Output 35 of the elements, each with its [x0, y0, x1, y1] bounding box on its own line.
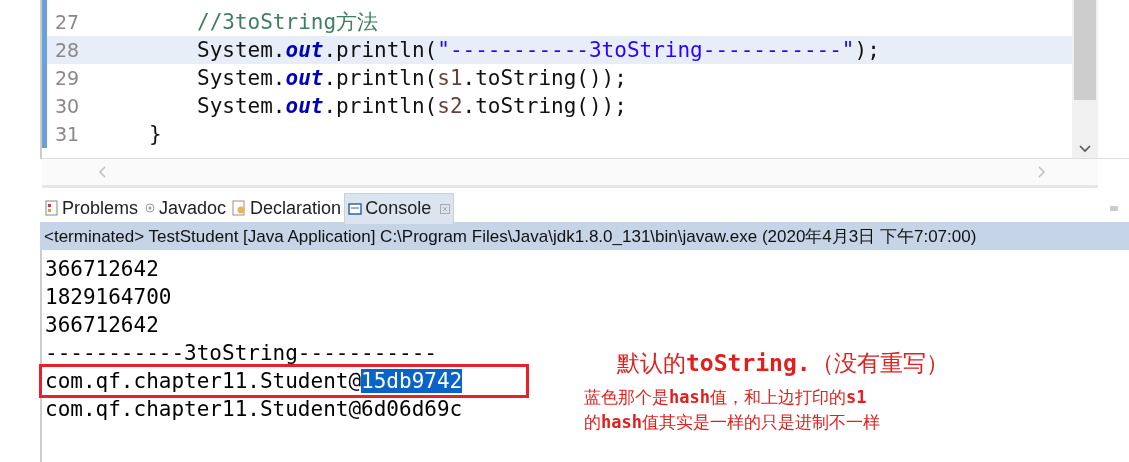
console-line: com.qf.chapter11.Student@6d06d69c — [44, 396, 463, 423]
console-status: <terminated> TestStudent [Java Application] C:\Program Files\Java\jdk1.8.0_131\bin\javaw.exe (2020年4月3日 下午7:07:00) — [40, 222, 1129, 250]
console-line: com.qf.chapter11.Student@15db9742 — [42, 367, 527, 395]
horizontal-scrollbar[interactable] — [42, 159, 1098, 188]
vertical-scrollbar[interactable] — [1072, 0, 1098, 158]
console-line: 1829164700 — [44, 284, 172, 311]
view-tab[interactable]: Problems — [42, 193, 142, 223]
line-number: 29 — [54, 67, 81, 89]
console-line: -----------3toString----------- — [44, 340, 437, 367]
chevron-down-icon[interactable] — [1078, 144, 1092, 154]
line-number: 28 — [54, 39, 81, 61]
view-tab[interactable]: Console — [344, 192, 455, 224]
code-line: System.out.println(s2.toString()); — [197, 94, 627, 118]
chevron-right-icon[interactable] — [1036, 165, 1046, 179]
chevron-left-icon[interactable] — [98, 165, 108, 179]
code-line: } — [149, 122, 162, 146]
console-line: 366712642 — [44, 256, 159, 283]
document-icon — [232, 200, 248, 216]
code-line: //3toString方法 — [197, 9, 379, 36]
annotation-note: 蓝色那个是hash值，和上边打印的s1 — [583, 386, 868, 409]
close-icon[interactable] — [440, 203, 451, 214]
line-number: 27 — [54, 11, 81, 33]
view-tab[interactable]: Javadoc — [141, 193, 230, 223]
annotation-note: 的hash值其实是一样的只是进制不一样 — [583, 411, 881, 434]
console-line: 366712642 — [44, 312, 159, 339]
view-tab[interactable]: Declaration — [229, 193, 345, 223]
console-icon — [348, 202, 363, 215]
line-number: 31 — [54, 123, 81, 145]
code-line: System.out.println(s1.toString()); — [197, 66, 627, 90]
problems-icon — [45, 200, 59, 216]
minimize-icon[interactable] — [1109, 203, 1119, 213]
line-number: 30 — [54, 95, 81, 117]
circle-icon — [144, 202, 157, 214]
code-line: System.out.println("-----------3toString-----------"); — [197, 38, 880, 62]
annotation-title: 默认的toString.（没有重写） — [616, 349, 949, 378]
